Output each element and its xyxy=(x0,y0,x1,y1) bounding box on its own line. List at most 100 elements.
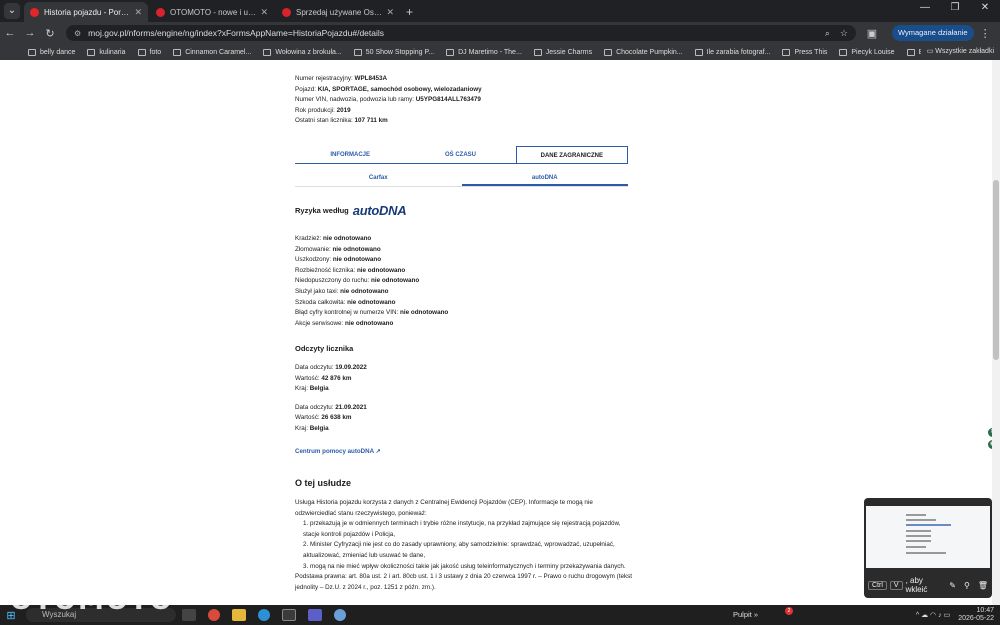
tab-dane-zagraniczne[interactable]: DANE ZAGRANICZNE xyxy=(515,146,628,163)
otomoto-watermark: OTOMOTO xyxy=(10,586,174,616)
menu-kebab-icon[interactable]: ⋮ xyxy=(980,27,991,40)
bookmark-icon xyxy=(137,48,146,56)
close-tab-icon[interactable]: ✕ xyxy=(134,7,142,18)
file-explorer-icon[interactable] xyxy=(232,609,246,621)
about-point: 1. przekazują je w odmiennych terminach … xyxy=(303,520,621,538)
reading-label: Data odczytu: xyxy=(295,364,334,371)
year-value: 2019 xyxy=(336,106,351,114)
task-view-icon[interactable] xyxy=(182,609,196,621)
browser-tab-1[interactable]: Historia pojazdu - Portal gov.pl ✕ xyxy=(24,2,148,22)
vin-value: U5YPG814ALL763479 xyxy=(415,96,481,104)
bookmark-item[interactable]: Ile zarabia fotograf... xyxy=(694,48,770,56)
volume-icon[interactable]: ♪ xyxy=(938,612,942,619)
clipboard-preview[interactable]: Ctrl V , aby wkleić ✎ ⚲ 🗑 xyxy=(864,498,992,598)
minimize-icon[interactable]: — xyxy=(910,2,940,13)
tab-carfax[interactable]: Carfax xyxy=(295,172,462,186)
clock[interactable]: 10:47 2026-05-22 xyxy=(958,607,994,623)
reading-value: Belgia xyxy=(309,385,329,393)
new-tab-button[interactable]: + xyxy=(406,5,413,19)
risk-value: nie odnotowano xyxy=(347,298,396,306)
bookmark-item[interactable]: 50 Show Stopping P... xyxy=(353,48,434,56)
vin-row: Numer VIN, nadwozia, podwozia lub ramy: … xyxy=(295,95,635,106)
edge-icon[interactable] xyxy=(258,609,270,621)
year-row: Rok produkcji: 2019 xyxy=(295,106,635,117)
scrollbar-thumb[interactable] xyxy=(993,180,999,360)
tab-informacje[interactable]: INFORMACJE xyxy=(295,146,405,163)
bookmark-item[interactable]: belly dance xyxy=(28,48,76,56)
tab-title: Sprzedaj używane Osobowe | O xyxy=(296,7,383,17)
odometer-reading: Data odczytu: 19.09.2022 Wartość: 42 876 … xyxy=(295,363,367,395)
window-controls: — ❐ ✕ xyxy=(910,2,1000,13)
bookmark-icon xyxy=(28,48,36,56)
forward-icon[interactable]: → xyxy=(20,27,40,39)
bookmark-item[interactable]: Piecyk Louise xyxy=(839,48,895,56)
risk-row: Rozbieżność licznika: nie odnotowano xyxy=(295,266,448,277)
tray-chevron-icon[interactable]: ^ xyxy=(916,612,919,619)
all-bookmarks-label: Wszystkie zakładki xyxy=(935,48,994,55)
extensions-icon[interactable]: ▣ xyxy=(862,27,882,40)
risk-row: Niedopuszczony do ruchu: nie odnotowano xyxy=(295,276,448,287)
bookmark-label: Cinnamon Caramel... xyxy=(185,48,252,56)
app-icon[interactable] xyxy=(334,609,346,621)
bookmark-item[interactable]: Cinnamon Caramel... xyxy=(173,48,252,56)
bookmark-item[interactable]: foto xyxy=(137,48,161,56)
scrollbar[interactable] xyxy=(992,60,1000,605)
edit-icon[interactable]: ✎ xyxy=(949,581,956,590)
close-window-icon[interactable]: ✕ xyxy=(970,2,1000,13)
back-icon[interactable]: ← xyxy=(0,27,20,39)
bookmark-item[interactable]: Chocolate Pumpkin... xyxy=(604,48,683,56)
bookmark-item[interactable]: Press This xyxy=(782,48,827,56)
bookmark-label: belly dance xyxy=(40,48,76,56)
reload-icon[interactable]: ↻ xyxy=(40,27,60,40)
bookmark-icon xyxy=(694,48,703,56)
close-tab-icon[interactable]: ✕ xyxy=(386,7,394,18)
cloud-icon[interactable]: ☁ xyxy=(921,611,928,619)
teams-icon[interactable] xyxy=(308,609,322,621)
url-text[interactable]: moj.gov.pl/nforms/engine/ng/index?xForms… xyxy=(88,28,815,38)
pin-icon[interactable]: ⚲ xyxy=(964,581,970,590)
vin-label: Numer VIN, nadwozia, podwozia lub ramy: xyxy=(295,96,414,104)
wifi-icon[interactable]: ◠ xyxy=(930,611,936,619)
car-row: Pojazd: KIA, SPORTAGE, samochód osobowy,… xyxy=(295,85,635,96)
site-info-icon[interactable]: ⚙ xyxy=(74,29,81,38)
vehicle-summary: Numer rejestracyjny: WPL8453A Pojazd: KI… xyxy=(295,74,635,127)
store-icon[interactable] xyxy=(282,609,296,621)
screenshot-thumbnail[interactable] xyxy=(866,500,990,568)
bookmark-label: Chocolate Pumpkin... xyxy=(616,48,683,56)
zoom-icon[interactable]: ⌕ xyxy=(825,28,830,39)
browser-tab-3[interactable]: Sprzedaj używane Osobowe | O ✕ xyxy=(276,2,400,22)
tab-autodna[interactable]: autoDNA xyxy=(461,172,628,186)
clock-date: 2026-05-22 xyxy=(958,615,994,622)
browser-tab-2[interactable]: OTOMOTO - nowe i używane sa ✕ xyxy=(150,2,274,22)
reading-value: 26 638 km xyxy=(321,414,352,422)
bookmark-item[interactable]: Wołowina z brokuła... xyxy=(263,48,342,56)
all-bookmarks-folder[interactable]: ▭ Wszystkie zakładki xyxy=(920,44,994,60)
tab-search-button[interactable]: ⌄ xyxy=(4,3,20,19)
action-required-button[interactable]: Wymagane działanie xyxy=(892,25,974,41)
risk-value: nie odnotowano xyxy=(400,309,449,317)
bookmark-label: kulinaria xyxy=(99,48,126,56)
maximize-icon[interactable]: ❐ xyxy=(940,2,970,13)
year-label: Rok produkcji: xyxy=(295,106,335,114)
tab-os-czasu[interactable]: OŚ CZASU xyxy=(405,146,515,163)
autodna-help-link[interactable]: Centrum pomocy autoDNA ↗ xyxy=(295,447,381,458)
chrome-icon[interactable] xyxy=(208,609,220,621)
bookmark-star-icon[interactable]: ☆ xyxy=(840,28,848,39)
reading-label: Kraj: xyxy=(295,424,308,432)
risk-label: Niedopuszczony do ruchu: xyxy=(295,277,370,285)
risk-row: Szkoda całkowita: nie odnotowano xyxy=(295,298,448,309)
bookmark-label: Wołowina z brokuła... xyxy=(275,48,342,56)
bookmark-item[interactable]: Jessie Charms xyxy=(533,48,592,56)
risk-row: Uszkodzony: nie odnotowano xyxy=(295,255,448,266)
risk-list: Kradzież: nie odnotowano Złomowanie: nie … xyxy=(295,234,448,329)
trash-icon[interactable]: 🗑 xyxy=(978,581,988,590)
help-link-text[interactable]: Centrum pomocy autoDNA xyxy=(295,448,374,455)
close-tab-icon[interactable]: ✕ xyxy=(260,7,268,18)
address-bar[interactable]: ⚙ moj.gov.pl/nforms/engine/ng/index?xFor… xyxy=(66,25,856,41)
external-link-icon: ↗ xyxy=(375,448,381,455)
bookmark-item[interactable]: DJ Maretimo - The... xyxy=(446,48,522,56)
bookmark-item[interactable]: kulinaria xyxy=(87,48,126,56)
otomoto-favicon-icon xyxy=(282,7,291,17)
desktop-toolbar[interactable]: Pulpit » xyxy=(733,605,758,625)
battery-icon[interactable]: ▭ xyxy=(944,611,951,619)
